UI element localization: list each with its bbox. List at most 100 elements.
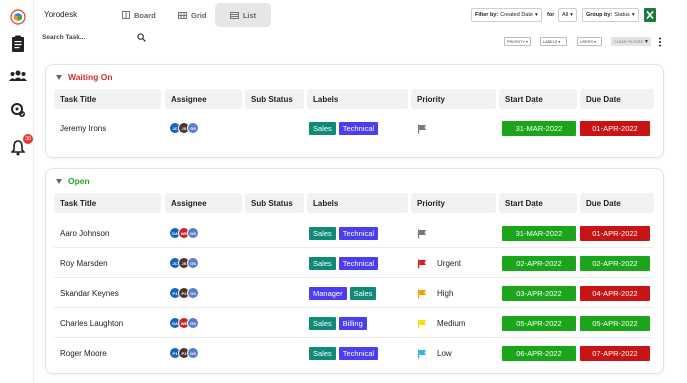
task-title[interactable]: Charles Laughton [60,309,123,338]
col-header-due-date[interactable]: Due Date [580,89,654,109]
flag-icon [418,124,426,133]
label-tag[interactable]: Sales [309,227,336,240]
label-tag[interactable]: Manager [309,287,347,300]
label-tag[interactable]: Sales [309,257,336,270]
users-filter-label: USERS [580,39,594,44]
col-header-start-date[interactable]: Start Date [499,89,577,109]
view-tab-list[interactable]: List [215,3,271,27]
label-tag[interactable]: Sales [309,347,336,360]
col-header-labels[interactable]: Labels [307,89,408,109]
assignee-avatars[interactable]: DA WE GS [169,317,199,329]
clear-filters-button[interactable]: CLEAR FILTERS ▼ [611,37,651,46]
priority-cell[interactable] [417,219,437,248]
tasks-clipboard-icon[interactable] [8,34,28,54]
col-header-start-date[interactable]: Start Date [499,193,577,213]
view-tab-board[interactable]: Board [122,3,162,27]
task-row[interactable]: Skandar Keynes P1 P2 GS Manager Sales High 03-A… [54,279,654,308]
task-title[interactable]: Jeremy Irons [60,114,106,143]
col-header-sub-status[interactable]: Sub Status [245,193,304,213]
more-options-icon[interactable] [658,37,662,47]
label-tag[interactable]: Technical [338,227,379,240]
avatar: GS [187,122,199,134]
group-header[interactable]: Open [56,176,90,186]
priority-filter[interactable]: PRIORITY ▾ [504,37,531,46]
task-row[interactable]: Aaro Johnson DA WE GS Sales Technical 31-MAR-2… [54,219,654,248]
search-input[interactable]: Search Task... [42,34,85,41]
label-tag[interactable]: Technical [338,347,379,360]
col-header-due-date[interactable]: Due Date [580,193,654,213]
label-tag[interactable]: Billing [338,317,367,330]
due-date-badge[interactable]: 04-APR-2022 [580,286,650,301]
priority-cell[interactable]: Low [417,339,452,368]
start-date-badge[interactable]: 05-APR-2022 [502,316,576,331]
label-tags: Sales Technical [309,227,379,240]
col-header-task-title[interactable]: Task Title [54,193,161,213]
users-filter[interactable]: USERS ▾ [577,37,602,46]
priority-cell[interactable]: High [417,279,453,308]
col-header-task-title[interactable]: Task Title [54,89,161,109]
settings-gear-icon[interactable] [8,100,28,120]
group-by-value: Status [614,12,630,18]
notifications-bell-icon[interactable]: 30 [8,134,33,158]
task-row[interactable]: Charles Laughton DA WE GS Sales Billing Medium… [54,309,654,338]
due-date-badge[interactable]: 01-APR-2022 [580,121,650,136]
group-by-dropdown[interactable]: Group by: Status ▾ [582,8,639,22]
label-tag[interactable]: Technical [338,122,379,135]
due-date-badge[interactable]: 01-APR-2022 [580,226,650,241]
filter-by-dropdown[interactable]: Filter by: Created Date ▾ [471,8,542,22]
label-tag[interactable]: Technical [338,257,379,270]
col-header-labels[interactable]: Labels [307,193,408,213]
group-title: Open [68,176,90,186]
grid-icon [178,11,187,19]
label-tag[interactable]: Sales [309,317,336,330]
assignee-avatars[interactable]: DA WE GS [169,227,199,239]
priority-cell[interactable]: Urgent [417,249,461,278]
group-by-label: Group by: [586,12,613,18]
label-tags: Sales Technical [309,347,379,360]
task-title[interactable]: Skandar Keynes [60,279,119,308]
chevron-down-icon: ▾ [631,12,635,18]
flag-icon [418,349,426,358]
assignee-avatars[interactable]: JC JS GS [169,257,199,269]
labels-filter[interactable]: LABELS ▾ [540,37,567,46]
task-title[interactable]: Roy Marsden [60,249,108,278]
label-tag[interactable]: Sales [309,122,336,135]
assignee-avatars[interactable]: P1 P2 GS [169,287,199,299]
task-row[interactable]: Roy Marsden JC JS GS Sales Technical Urgent 02-… [54,249,654,278]
team-users-icon[interactable] [8,66,28,86]
app-logo-icon[interactable] [8,7,28,27]
start-date-badge[interactable]: 31-MAR-2022 [502,121,576,136]
due-date-badge[interactable]: 05-APR-2022 [580,316,650,331]
assignee-avatars[interactable]: JC JS GS [169,122,199,134]
priority-cell[interactable]: Medium [417,309,465,338]
excel-export-icon[interactable] [644,8,656,22]
flag-icon [418,259,426,268]
for-label: for [547,12,555,18]
start-date-badge[interactable]: 06-APR-2022 [502,346,576,361]
due-date-badge[interactable]: 02-APR-2022 [580,256,650,271]
col-header-assignee[interactable]: Assignee [165,89,242,109]
start-date-badge[interactable]: 03-APR-2022 [502,286,576,301]
assignee-avatars[interactable]: P1 P2 GS [169,347,199,359]
task-row[interactable]: Roger Moore P1 P2 GS Sales Technical Low 06-APR… [54,339,654,368]
start-date-badge[interactable]: 02-APR-2022 [502,256,576,271]
start-date-badge[interactable]: 31-MAR-2022 [502,226,576,241]
label-tags: Sales Technical [309,122,379,135]
col-header-sub-status[interactable]: Sub Status [245,89,304,109]
collapse-triangle-icon [56,178,62,184]
task-title[interactable]: Aaro Johnson [60,219,109,248]
group-title: Waiting On [68,72,113,82]
label-tag[interactable]: Sales [349,287,377,300]
col-header-priority[interactable]: Priority [411,193,496,213]
col-header-assignee[interactable]: Assignee [165,193,242,213]
due-date-badge[interactable]: 07-APR-2022 [580,346,650,361]
col-header-priority[interactable]: Priority [411,89,496,109]
task-row[interactable]: Jeremy Irons JC JS GS Sales Technical 31-MAR-2… [54,114,654,143]
priority-label: Urgent [437,259,462,268]
task-title[interactable]: Roger Moore [60,339,107,368]
for-dropdown[interactable]: All ▾ [558,8,577,22]
search-icon[interactable] [137,33,146,42]
view-tab-grid[interactable]: Grid [178,3,218,27]
priority-cell[interactable] [417,114,437,143]
group-header[interactable]: Waiting On [56,72,113,82]
